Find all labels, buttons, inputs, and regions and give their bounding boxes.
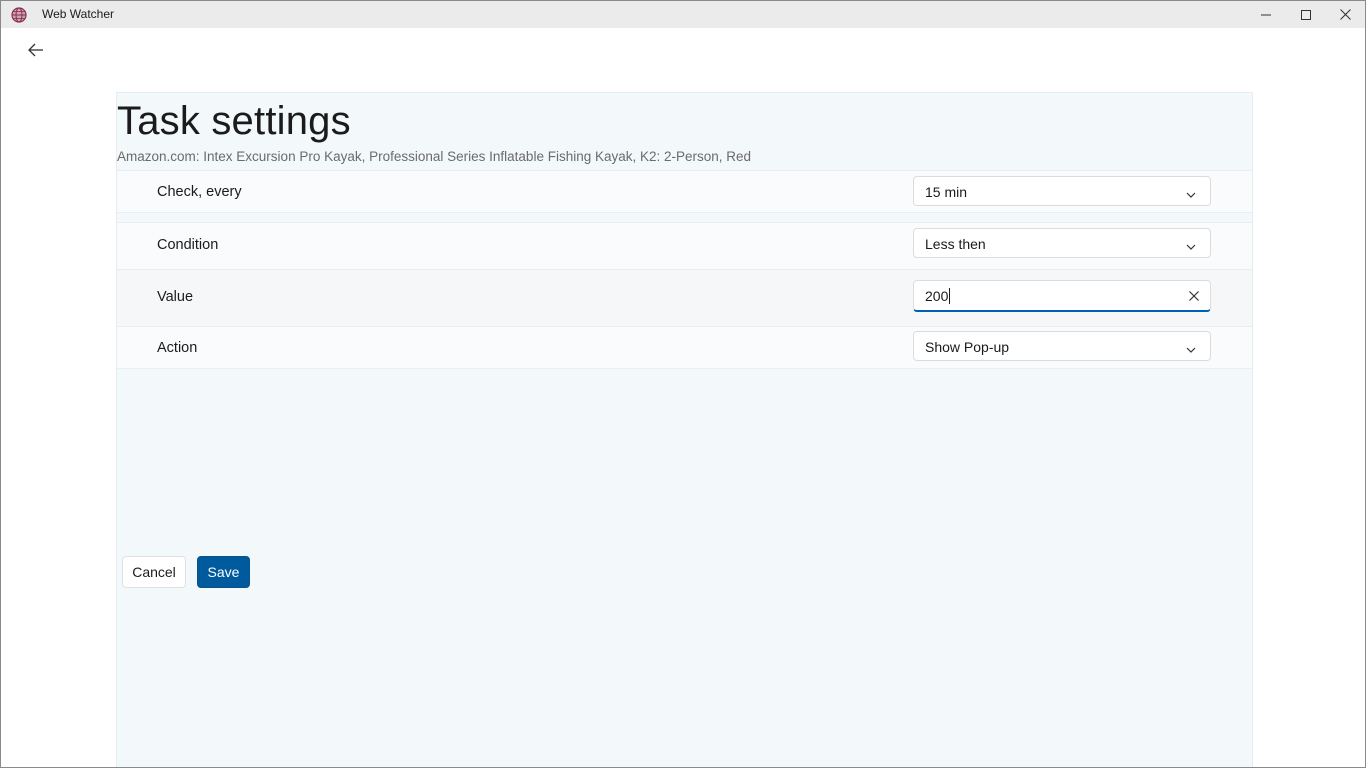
minimize-icon xyxy=(1261,10,1271,20)
dropdown-value: 15 min xyxy=(925,184,968,200)
action-dropdown[interactable]: Show Pop-up xyxy=(913,331,1211,361)
save-button[interactable]: Save xyxy=(197,556,250,588)
setting-label: Condition xyxy=(157,237,219,253)
globe-icon xyxy=(11,7,27,23)
close-icon xyxy=(1188,289,1200,306)
condition-dropdown[interactable]: Less then xyxy=(913,228,1211,258)
setting-row-value: Value 200 xyxy=(117,269,1252,328)
setting-row-action: Action Show Pop-up xyxy=(117,326,1252,369)
dropdown-value: Less then xyxy=(925,236,986,252)
setting-row-check-every: Check, every 15 min xyxy=(117,170,1252,213)
task-settings-panel: Task settings Amazon.com: Intex Excursio… xyxy=(116,92,1253,767)
cancel-button[interactable]: Cancel xyxy=(122,556,186,588)
chevron-down-icon xyxy=(1186,239,1196,250)
check-interval-dropdown[interactable]: 15 min xyxy=(913,176,1211,206)
maximize-icon xyxy=(1301,9,1311,20)
setting-row-condition: Condition Less then xyxy=(117,222,1252,271)
setting-label: Check, every xyxy=(157,184,242,200)
close-window-button[interactable] xyxy=(1325,1,1365,28)
chevron-down-icon xyxy=(1186,187,1196,198)
close-icon xyxy=(1339,9,1351,20)
value-input[interactable]: 200 xyxy=(913,280,1211,312)
title-bar: Web Watcher xyxy=(1,1,1365,28)
arrow-left-icon xyxy=(28,43,44,62)
app-window: Web Watcher Task settings Amazon.com: In… xyxy=(0,0,1366,768)
setting-label: Value xyxy=(157,289,194,305)
setting-label: Action xyxy=(157,340,198,356)
task-subtitle: Amazon.com: Intex Excursion Pro Kayak, P… xyxy=(117,149,752,164)
input-value: 200 xyxy=(925,288,951,304)
clear-input-button[interactable] xyxy=(1188,289,1200,301)
minimize-button[interactable] xyxy=(1246,1,1286,28)
maximize-button[interactable] xyxy=(1286,1,1326,28)
chevron-down-icon xyxy=(1186,342,1196,353)
dropdown-value: Show Pop-up xyxy=(925,339,1010,355)
page-title: Task settings xyxy=(117,99,351,143)
back-button[interactable] xyxy=(21,39,51,65)
window-title: Web Watcher xyxy=(42,7,115,21)
